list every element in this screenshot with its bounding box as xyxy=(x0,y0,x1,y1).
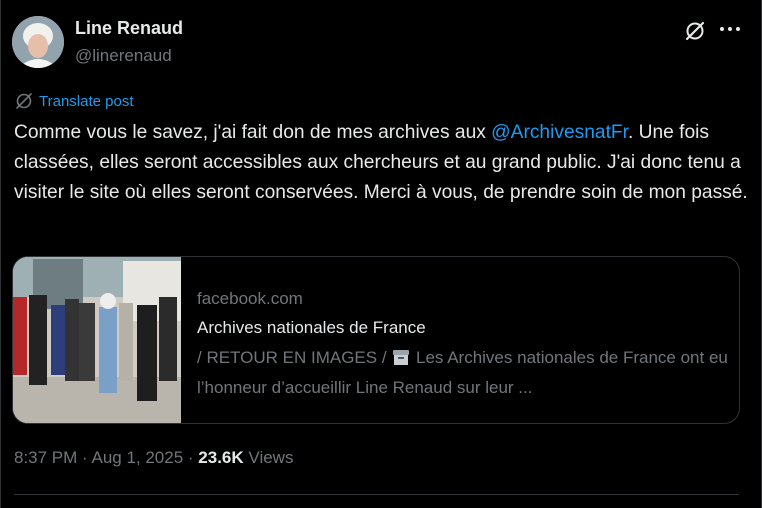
meta-separator: · xyxy=(183,448,199,467)
post-text: Comme vous le savez, j'ai fait don de me… xyxy=(14,118,752,208)
views-label: Views xyxy=(248,448,294,467)
grok-icon[interactable] xyxy=(684,20,706,42)
views-count: 23.6K xyxy=(198,448,244,467)
translate-post-link[interactable]: Translate post xyxy=(15,92,134,110)
post-time[interactable]: 8:37 PM xyxy=(14,448,77,467)
author-name[interactable]: Line Renaud xyxy=(75,18,183,39)
link-card-title: Archives nationales de France xyxy=(197,318,426,337)
more-icon[interactable] xyxy=(717,18,743,40)
translate-icon xyxy=(16,93,32,109)
translate-label: Translate post xyxy=(39,92,134,110)
author-handle[interactable]: @linerenaud xyxy=(75,46,172,66)
link-card-image xyxy=(13,257,181,423)
link-card-description: / RETOUR EN IMAGES / Les Archives nation… xyxy=(197,344,729,401)
post-date[interactable]: Aug 1, 2025 xyxy=(91,448,183,467)
post-container: Line Renaud @linerenaud Translate post C… xyxy=(0,0,762,508)
meta-separator: · xyxy=(77,448,92,467)
link-card-domain: facebook.com xyxy=(197,289,303,308)
link-card-body: facebook.com Archives nationales de Fran… xyxy=(197,288,729,401)
post-text-start: Comme vous le savez, j'ai fait don de me… xyxy=(14,122,492,143)
post-meta: 8:37 PM · Aug 1, 2025 · 23.6K Views xyxy=(14,448,293,468)
avatar[interactable] xyxy=(12,16,64,68)
divider xyxy=(14,494,739,495)
mention-link[interactable]: @ArchivesnatFr xyxy=(491,122,628,143)
link-card-description-prefix: / RETOUR EN IMAGES / xyxy=(197,348,392,367)
archive-box-icon xyxy=(391,347,411,374)
link-card[interactable]: facebook.com Archives nationales de Fran… xyxy=(12,256,740,424)
